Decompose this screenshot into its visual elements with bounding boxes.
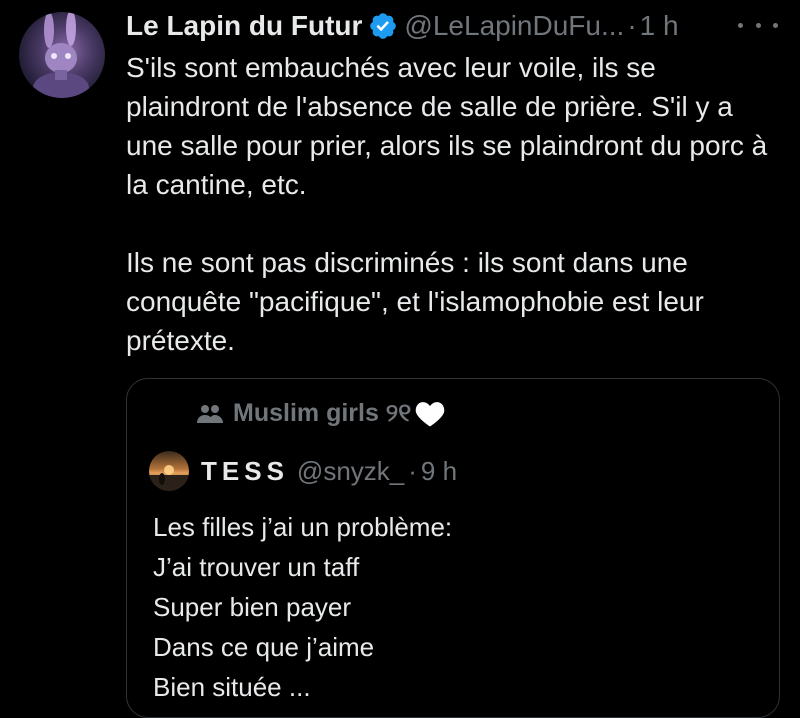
quoted-text-line: Dans ce que j’aime (153, 632, 375, 662)
quoted-author-handle[interactable]: @snyzk_ (297, 456, 404, 487)
author-display-name[interactable]: Le Lapin du Futur (126, 10, 362, 42)
quoted-tweet-text: Les filles j’ai un problème: J’ai trouve… (153, 507, 452, 707)
tweet-text: S'ils sont embauchés avec leur voile, il… (126, 48, 786, 360)
quoted-tweet-header: TESS @snyzk_ · 9 h (149, 451, 457, 491)
author-handle[interactable]: @LeLapinDuFu... (404, 10, 624, 42)
quoted-tweet-timestamp[interactable]: 9 h (421, 456, 457, 487)
rabbit-robot-image (33, 12, 89, 98)
white-heart-icon (416, 401, 445, 426)
community-people-icon (197, 404, 223, 423)
tweet-paragraph: S'ils sont embauchés avec leur voile, il… (126, 52, 768, 200)
quoted-text-line: Les filles j’ai un problème: (153, 512, 453, 542)
separator-dot: · (408, 455, 417, 486)
quoted-tweet-card[interactable]: Muslim girls ୨୧ TESS @snyzk_ · 9 h Les f… (126, 378, 780, 718)
separator-dot: · (627, 10, 637, 41)
quoted-text-line: J’ai trouver un taff (153, 552, 360, 582)
tweet-timestamp[interactable]: 1 h (640, 10, 679, 42)
more-options-icon[interactable] (738, 14, 778, 36)
quoted-text-line: Bien située ... (153, 672, 311, 702)
verified-badge-icon (370, 13, 397, 39)
quoted-author-name[interactable]: TESS (201, 456, 289, 487)
author-avatar[interactable] (19, 12, 105, 98)
quoted-text-line: Super bien payer (153, 592, 352, 622)
tweet-paragraph: Ils ne sont pas discriminés : ils sont d… (126, 247, 704, 356)
sunset-image (149, 465, 189, 491)
community-label[interactable]: Muslim girls ୨୧ (197, 399, 445, 428)
tweet-header: Le Lapin du Futur @LeLapinDuFu... · 1 h (126, 6, 679, 46)
community-name: Muslim girls ୨୧ (233, 399, 412, 427)
quoted-author-avatar[interactable] (149, 451, 189, 491)
tweet[interactable]: Le Lapin du Futur @LeLapinDuFu... · 1 h … (0, 0, 800, 718)
